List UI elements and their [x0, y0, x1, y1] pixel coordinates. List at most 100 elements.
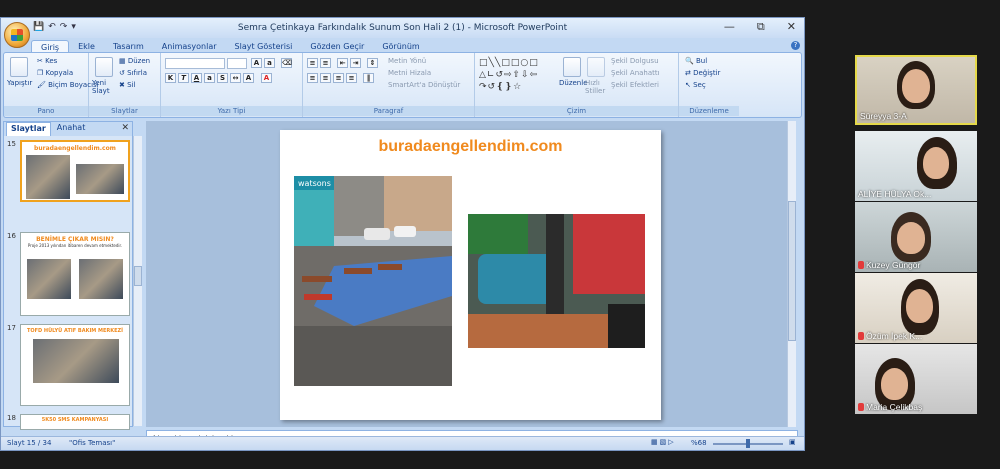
thumb-title: BENİMLE ÇIKAR MISIN?	[36, 236, 114, 243]
select-button[interactable]: ↖ Seç	[685, 81, 706, 89]
paste-icon[interactable]	[10, 57, 28, 77]
line-spacing-icon[interactable]: ⇕	[367, 58, 378, 68]
spacing-icon[interactable]: ↔	[230, 73, 241, 83]
align-text-button[interactable]: Metni Hizala	[388, 69, 431, 77]
underline-icon[interactable]: A	[191, 73, 202, 83]
thumb-photo	[26, 155, 70, 199]
bullets-icon[interactable]: ≡	[307, 58, 318, 68]
find-button[interactable]: 🔍 Bul	[685, 57, 707, 65]
video-person-face	[897, 222, 925, 254]
font-size-field[interactable]	[227, 58, 247, 69]
arrange-button[interactable]: Düzenle	[559, 79, 588, 87]
participant-tile[interactable]: Kuzey Güngör	[855, 202, 977, 272]
italic-icon[interactable]: T	[178, 73, 189, 83]
participant-name: Süreyya 3-A	[860, 111, 907, 121]
panel-close-icon[interactable]: ✕	[121, 123, 129, 133]
shape-fill-button[interactable]: Şekil Dolgusu	[611, 57, 659, 65]
justify-icon[interactable]: ≡	[346, 73, 357, 83]
participant-tile[interactable]: Süreyya 3-A	[855, 55, 977, 125]
editor-scrollbar[interactable]	[787, 121, 796, 427]
reset-button[interactable]: ↺ Sıfırla	[119, 69, 147, 77]
delete-button[interactable]: ✖ Sil	[119, 81, 135, 89]
thumb-photo	[27, 259, 71, 299]
video-person-face	[881, 368, 908, 400]
find-label: Bul	[695, 57, 708, 65]
theme-name: "Ofis Teması"	[69, 439, 116, 447]
cut-button[interactable]: ✂ Kes	[37, 57, 57, 65]
shapes-gallery[interactable]: □╲╲□□○□ △∟↺⇨⇧⇩⇦ ↷↺❴❵☆	[479, 57, 559, 95]
panel-scrollbar[interactable]	[133, 136, 142, 426]
thumb-photo	[76, 164, 124, 194]
participant-tile[interactable]: Özüm İpek K...	[855, 273, 977, 343]
slide-thumbnail[interactable]: buradaengellendim.com	[20, 140, 130, 202]
shrink-font-icon[interactable]: a	[264, 58, 275, 68]
powerpoint-window: 💾 ↶ ↷ ▾ Semra Çetinkaya Farkındalık Sunu…	[0, 17, 805, 451]
new-slide-icon[interactable]	[95, 57, 113, 77]
zoom-level[interactable]: %68	[691, 439, 707, 447]
replace-button[interactable]: ⇄ Değiştir	[685, 69, 720, 77]
slide-editor: buradaengellendim.com watsons	[146, 121, 796, 427]
quick-styles-button[interactable]: Hızlı Stiller	[585, 79, 607, 95]
align-center-icon[interactable]: ≡	[320, 73, 331, 83]
smartart-button[interactable]: SmartArt'a Dönüştür	[388, 81, 460, 89]
text-direction-button[interactable]: Metin Yönü	[388, 57, 426, 65]
bold-icon[interactable]: K	[165, 73, 176, 83]
decrease-indent-icon[interactable]: ⇤	[337, 58, 348, 68]
help-icon[interactable]: ?	[791, 41, 800, 50]
paste-button[interactable]: Yapıştır	[7, 79, 32, 87]
change-case-icon[interactable]: A	[243, 73, 254, 83]
zoom-slider-thumb[interactable]	[746, 439, 750, 448]
participant-tile[interactable]: Maria Çelikbaş	[855, 344, 977, 414]
muted-mic-icon	[858, 403, 864, 411]
slide-thumbnail[interactable]: TOFD HÜLYÜ ATIF BAKIM MERKEZİ	[20, 324, 130, 406]
slide-number: 16	[7, 232, 16, 240]
columns-icon[interactable]: ‖	[363, 73, 374, 83]
street-photo[interactable]: watsons	[294, 176, 452, 386]
group-slaytlar: Yeni Slayt ▦ Düzen ↺ Sıfırla ✖ Sil Slayt…	[89, 53, 161, 117]
layout-button[interactable]: ▦ Düzen	[119, 57, 150, 65]
reset-label: Sıfırla	[127, 69, 148, 77]
slide-thumbnail[interactable]: 5K50 SMS KAMPANYASI	[20, 414, 130, 430]
arrange-icon[interactable]	[563, 57, 581, 77]
thumb-title: 5K50 SMS KAMPANYASI	[41, 417, 109, 423]
panel-scroll-thumb[interactable]	[134, 266, 142, 286]
view-buttons[interactable]: ▦▧▷	[651, 438, 676, 446]
align-right-icon[interactable]: ≡	[333, 73, 344, 83]
panel-tabs: Slaytlar Anahat ✕	[4, 122, 132, 136]
video-person-face	[923, 147, 949, 179]
close-icon[interactable]: ✕	[787, 20, 796, 34]
participant-name-label: Süreyya 3-A	[860, 111, 907, 121]
participant-tile[interactable]: ALİYE HÜLYA Ok...	[855, 131, 977, 201]
quick-styles-icon[interactable]	[587, 57, 605, 77]
new-slide-button[interactable]: Yeni Slayt	[92, 79, 116, 95]
muted-mic-icon	[858, 261, 864, 269]
fit-to-window-icon[interactable]: ▣	[789, 438, 796, 446]
font-color-icon[interactable]: A	[261, 73, 272, 83]
copy-button[interactable]: ❐ Kopyala	[37, 69, 73, 77]
thumb-subtitle: Proje 2013 yılından itibaren devam etmek…	[27, 243, 123, 248]
shadow-icon[interactable]: S	[217, 73, 228, 83]
clear-format-icon[interactable]: ⌫	[281, 58, 292, 68]
replace-label: Değiştir	[693, 69, 721, 77]
tab-slaytlar[interactable]: Slaytlar	[6, 122, 51, 136]
editor-scroll-thumb[interactable]	[788, 201, 796, 341]
numbering-icon[interactable]: ≡	[320, 58, 331, 68]
group-label-pano: Pano	[4, 106, 88, 116]
strikethrough-icon[interactable]: a	[204, 73, 215, 83]
align-left-icon[interactable]: ≡	[307, 73, 318, 83]
group-pano: Yapıştır ✂ Kes ❐ Kopyala 🖌 Biçim Boyacıs…	[4, 53, 99, 117]
tab-anahat[interactable]: Anahat	[53, 122, 90, 136]
grow-font-icon[interactable]: A	[251, 58, 262, 68]
sidewalk-photo[interactable]	[468, 214, 645, 348]
group-cizim: □╲╲□□○□ △∟↺⇨⇧⇩⇦ ↷↺❴❵☆ Düzenle Hızlı Stille…	[475, 53, 679, 117]
increase-indent-icon[interactable]: ⇥	[350, 58, 361, 68]
slide-title[interactable]: buradaengellendim.com	[280, 138, 661, 156]
restore-icon[interactable]: ⧉	[757, 20, 765, 34]
shape-outline-button[interactable]: Şekil Anahattı	[611, 69, 660, 77]
shape-effects-button[interactable]: Şekil Efektleri	[611, 81, 659, 89]
font-name-field[interactable]	[165, 58, 225, 69]
slide-canvas[interactable]: buradaengellendim.com watsons	[280, 130, 661, 420]
office-button[interactable]	[4, 22, 30, 48]
slide-thumbnail[interactable]: BENİMLE ÇIKAR MISIN? Proje 2013 yılından…	[20, 232, 130, 316]
minimize-icon[interactable]: —	[724, 20, 735, 34]
